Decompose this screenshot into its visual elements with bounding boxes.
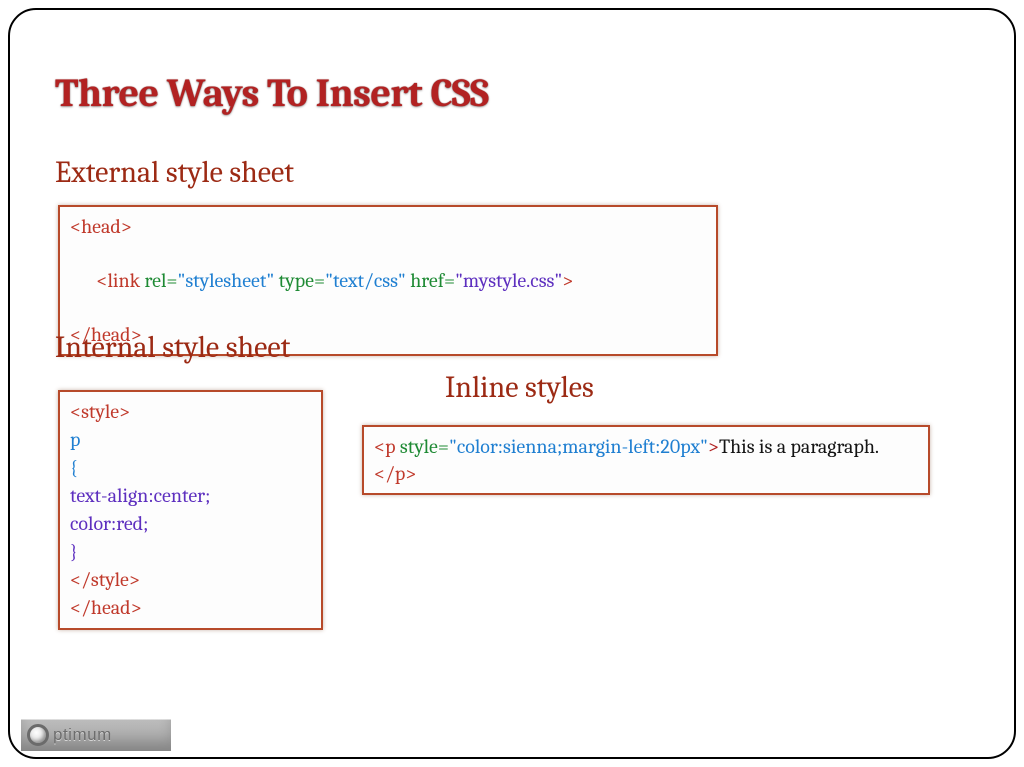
logo-ring-icon	[27, 724, 49, 746]
code-attr: href=	[410, 269, 455, 292]
slide-title: Three Ways To Insert CSS	[55, 70, 489, 116]
code-token: <link	[96, 269, 144, 292]
code-token: >	[708, 435, 719, 458]
code-attr: rel=	[145, 269, 178, 292]
code-val: "text/css"	[325, 269, 406, 292]
code-token: <p	[374, 435, 400, 458]
heading-internal: Internal style sheet	[55, 330, 290, 365]
code-brace: {	[70, 456, 78, 479]
logo-text: ptimum	[53, 725, 112, 745]
code-attr: style=	[400, 435, 449, 458]
code-decl: text-align:center;	[70, 484, 210, 507]
code-token: </head>	[70, 596, 142, 619]
code-val: "color:sienna;margin-left:20px"	[449, 435, 708, 458]
code-inline: <p style="color:sienna;margin-left:20px"…	[362, 425, 930, 495]
code-token: </style>	[70, 568, 140, 591]
code-decl: color:red;	[70, 512, 148, 535]
code-token: >	[562, 269, 573, 292]
code-token: <style>	[70, 400, 130, 423]
code-token: </p>	[374, 462, 416, 485]
code-token: <head>	[70, 215, 132, 238]
brand-logo: ptimum	[21, 719, 171, 751]
code-val: "mystyle.css"	[455, 269, 562, 292]
code-brace: }	[70, 540, 78, 563]
code-val: "stylesheet"	[177, 269, 274, 292]
code-internal: <style> p { text-align:center; color:red…	[58, 390, 323, 630]
code-attr: type=	[279, 269, 325, 292]
code-selector: p	[70, 428, 80, 451]
heading-inline: Inline styles	[445, 370, 594, 405]
slide-frame: Three Ways To Insert CSS External style …	[8, 8, 1016, 759]
code-content: This is a paragraph.	[719, 435, 879, 458]
heading-external: External style sheet	[55, 155, 294, 190]
